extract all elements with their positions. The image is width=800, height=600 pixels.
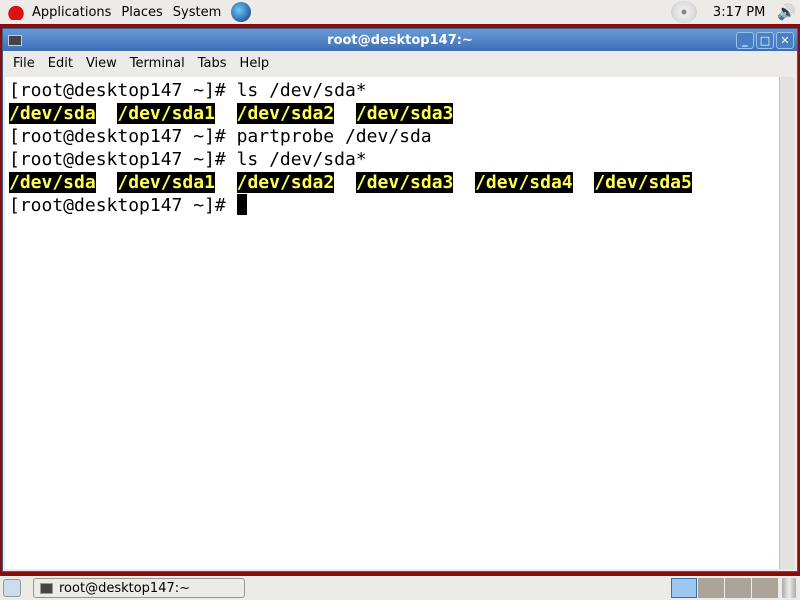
command-line: [root@desktop147 ~]# ls /dev/sda* bbox=[9, 79, 775, 102]
prompt: [root@desktop147 ~]# bbox=[9, 195, 237, 216]
bottom-panel: root@desktop147:~ bbox=[0, 576, 800, 600]
device-file: /dev/sda5 bbox=[594, 172, 692, 193]
menu-help[interactable]: Help bbox=[240, 56, 270, 71]
window-title: root@desktop147:~ bbox=[327, 32, 473, 48]
workspace-4[interactable] bbox=[752, 578, 778, 598]
workspace-2[interactable] bbox=[698, 578, 724, 598]
command-line: [root@desktop147 ~]# ls /dev/sda* bbox=[9, 148, 775, 171]
command: ls /dev/sda* bbox=[236, 80, 367, 101]
top-panel: Applications Places System 3:17 PM 🔊 bbox=[0, 0, 800, 24]
device-file: /dev/sda3 bbox=[355, 172, 454, 193]
cd-drive-icon[interactable] bbox=[670, 1, 697, 23]
device-file: /dev/sda1 bbox=[117, 103, 215, 124]
web-browser-launcher-icon[interactable] bbox=[231, 2, 252, 22]
clock[interactable]: 3:17 PM bbox=[713, 5, 765, 20]
menu-tabs[interactable]: Tabs bbox=[198, 56, 227, 71]
workspace-3[interactable] bbox=[725, 578, 751, 598]
trash-icon[interactable] bbox=[782, 578, 796, 598]
minimize-button[interactable]: _ bbox=[736, 31, 754, 49]
show-desktop-icon[interactable] bbox=[3, 579, 21, 597]
command-line: [root@desktop147 ~]# partprobe /dev/sda bbox=[9, 125, 775, 148]
redhat-logo-icon[interactable] bbox=[6, 4, 26, 20]
prompt: [root@desktop147 ~]# bbox=[9, 149, 237, 170]
menu-system[interactable]: System bbox=[173, 5, 221, 20]
menu-terminal[interactable]: Terminal bbox=[130, 56, 185, 71]
prompt: [root@desktop147 ~]# bbox=[9, 80, 237, 101]
device-file: /dev/sda1 bbox=[117, 172, 215, 193]
menu-file[interactable]: File bbox=[13, 56, 35, 71]
terminal-window: root@desktop147:~ _ □ ✕ File Edit View T… bbox=[2, 28, 798, 572]
title-bar[interactable]: root@desktop147:~ _ □ ✕ bbox=[3, 29, 797, 51]
prompt: [root@desktop147 ~]# bbox=[9, 126, 237, 147]
menu-view[interactable]: View bbox=[86, 56, 117, 71]
command-line: [root@desktop147 ~]# bbox=[9, 194, 775, 217]
taskbar-item-terminal[interactable]: root@desktop147:~ bbox=[33, 578, 245, 598]
device-file: /dev/sda4 bbox=[475, 172, 573, 193]
output-line: /dev/sda /dev/sda1 /dev/sda2 /dev/sda3 bbox=[9, 102, 775, 125]
workspace-1[interactable] bbox=[671, 578, 697, 598]
task-label: root@desktop147:~ bbox=[59, 580, 191, 596]
command: ls /dev/sda* bbox=[236, 149, 367, 170]
maximize-button[interactable]: □ bbox=[756, 31, 774, 49]
output-line: /dev/sda /dev/sda1 /dev/sda2 /dev/sda3 /… bbox=[9, 171, 775, 194]
menu-places[interactable]: Places bbox=[121, 5, 162, 20]
terminal-output[interactable]: [root@desktop147 ~]# ls /dev/sda*/dev/sd… bbox=[5, 77, 779, 569]
device-file: /dev/sda bbox=[9, 172, 96, 193]
device-file: /dev/sda2 bbox=[236, 172, 335, 193]
menu-bar: File Edit View Terminal Tabs Help bbox=[3, 51, 797, 75]
menu-edit[interactable]: Edit bbox=[48, 56, 73, 71]
volume-icon[interactable]: 🔊 bbox=[777, 3, 796, 21]
cursor bbox=[236, 194, 247, 215]
device-file: /dev/sda2 bbox=[236, 103, 335, 124]
menu-applications[interactable]: Applications bbox=[32, 5, 111, 20]
device-file: /dev/sda3 bbox=[355, 103, 454, 124]
terminal-icon bbox=[40, 582, 53, 594]
command: partprobe /dev/sda bbox=[236, 126, 432, 147]
close-button[interactable]: ✕ bbox=[776, 31, 794, 49]
device-file: /dev/sda bbox=[9, 103, 96, 124]
workspace-switcher[interactable] bbox=[670, 578, 778, 598]
scrollbar[interactable] bbox=[779, 77, 795, 569]
